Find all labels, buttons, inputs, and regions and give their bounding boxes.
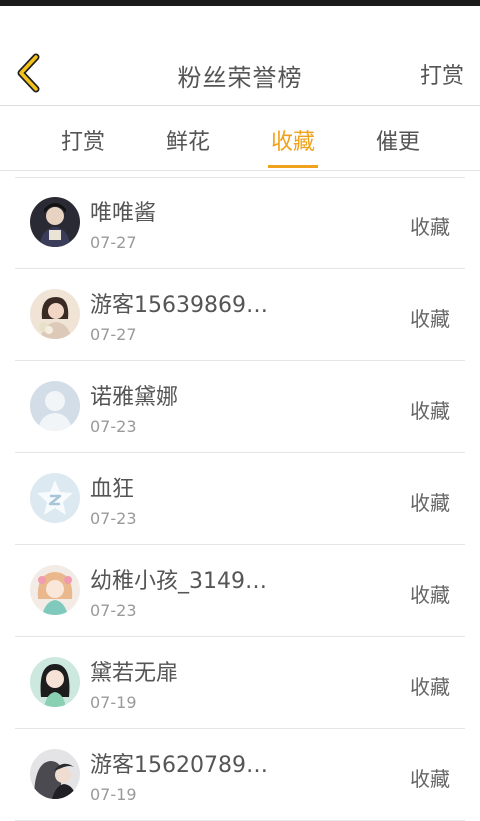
reward-button[interactable]: 打赏 xyxy=(420,58,464,90)
avatar xyxy=(30,565,80,615)
avatar xyxy=(30,657,80,707)
fan-name: 游客15620789… xyxy=(90,753,268,778)
avatar xyxy=(30,381,80,431)
fan-date: 07-23 xyxy=(90,601,137,620)
fan-action: 收藏 xyxy=(410,675,450,699)
fan-date: 07-23 xyxy=(90,509,137,528)
list-item[interactable]: 诺雅黛娜 07-23 收藏 xyxy=(0,361,480,453)
active-tab-indicator xyxy=(268,165,318,168)
avatar xyxy=(30,197,80,247)
avatar xyxy=(30,473,80,523)
avatar xyxy=(30,749,80,799)
default-star-icon xyxy=(30,473,80,523)
fan-action: 收藏 xyxy=(410,583,450,607)
list-item[interactable]: 黛若无扉 07-19 收藏 xyxy=(0,637,480,729)
default-person-icon xyxy=(30,381,80,431)
tab-favorites[interactable]: 收藏 xyxy=(253,124,333,156)
fan-action: 收藏 xyxy=(410,399,450,423)
fan-name: 唯唯酱 xyxy=(90,201,157,226)
tab-urge-update[interactable]: 催更 xyxy=(358,124,438,156)
user-photo-icon xyxy=(30,565,80,615)
user-photo-icon xyxy=(30,289,80,339)
fan-name: 诺雅黛娜 xyxy=(90,385,179,410)
fan-date: 07-27 xyxy=(90,233,137,252)
nav-bar: 粉丝荣誉榜 打赏 xyxy=(0,6,480,106)
list-item[interactable]: 游客15639869… 07-27 收藏 xyxy=(0,269,480,361)
fan-date: 07-23 xyxy=(90,417,137,436)
fan-name: 游客15639869… xyxy=(90,293,268,318)
fan-date: 07-19 xyxy=(90,785,137,804)
fan-name: 黛若无扉 xyxy=(90,661,179,686)
list-item[interactable]: 游客15620789… 07-19 收藏 xyxy=(0,729,480,821)
fan-date: 07-19 xyxy=(90,693,137,712)
user-photo-icon xyxy=(30,657,80,707)
list-item[interactable]: 血狂 07-23 收藏 xyxy=(0,453,480,545)
divider xyxy=(0,170,480,171)
avatar xyxy=(30,289,80,339)
fan-action: 收藏 xyxy=(410,307,450,331)
list-item[interactable]: 唯唯酱 07-27 收藏 xyxy=(0,177,480,269)
fan-action: 收藏 xyxy=(410,215,450,239)
fan-date: 07-27 xyxy=(90,325,137,344)
fan-name: 血狂 xyxy=(90,477,135,502)
fan-action: 收藏 xyxy=(410,491,450,515)
page-title: 粉丝荣誉榜 xyxy=(177,64,303,92)
user-photo-icon xyxy=(30,749,80,799)
list-item[interactable]: 幼稚小孩_3149… 07-23 收藏 xyxy=(0,545,480,637)
user-photo-icon xyxy=(30,197,80,247)
tab-flowers[interactable]: 鲜花 xyxy=(148,124,228,156)
tab-reward[interactable]: 打赏 xyxy=(43,124,123,156)
fan-action: 收藏 xyxy=(410,767,450,791)
fan-name: 幼稚小孩_3149… xyxy=(90,569,267,594)
tab-bar: 打赏 鲜花 收藏 催更 xyxy=(0,106,480,170)
